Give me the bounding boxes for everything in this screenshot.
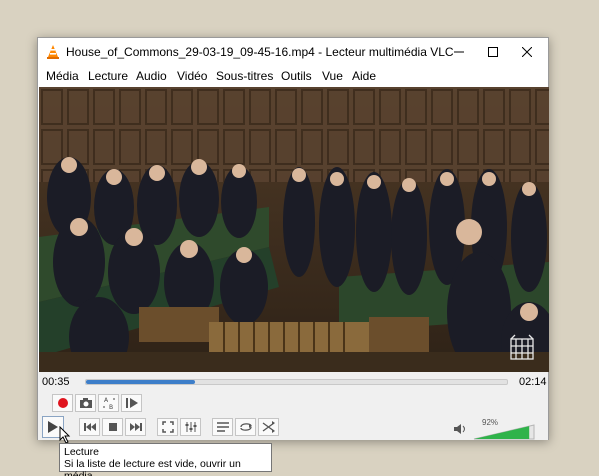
fullscreen-icon — [161, 421, 174, 433]
previous-icon — [83, 423, 96, 431]
seek-progress — [86, 380, 196, 384]
window-title: House_of_Commons_29-03-19_09-45-16.mp4 -… — [66, 45, 454, 59]
volume-slider[interactable] — [473, 424, 535, 440]
stop-icon — [108, 423, 117, 431]
snapshot-button[interactable] — [75, 394, 96, 412]
next-icon — [129, 423, 142, 431]
menu-video[interactable]: Vidéo — [177, 69, 207, 83]
tooltip-text: Si la liste de lecture est vide, ouvrir … — [64, 458, 241, 476]
minimize-button[interactable] — [442, 38, 476, 66]
menu-audio[interactable]: Audio — [136, 69, 167, 83]
shuffle-icon — [262, 421, 275, 433]
loop-icon — [239, 423, 252, 431]
total-time[interactable]: 02:14 — [519, 376, 547, 388]
menu-bar: Média Lecture Audio Vidéo Sous-titres Ou… — [38, 66, 548, 86]
menu-media[interactable]: Média — [46, 69, 79, 83]
menu-help[interactable]: Aide — [352, 69, 376, 83]
video-display[interactable] — [39, 87, 549, 372]
controls-panel: AB 92% — [38, 392, 548, 440]
menu-view[interactable]: Vue — [322, 69, 343, 83]
menu-tools[interactable]: Outils — [281, 69, 312, 83]
loop-button[interactable] — [235, 418, 256, 436]
extended-settings-button[interactable] — [180, 418, 201, 436]
playlist-icon — [216, 422, 229, 432]
close-icon — [522, 47, 532, 57]
vlc-window: House_of_Commons_29-03-19_09-45-16.mp4 -… — [37, 37, 549, 440]
title-bar: House_of_Commons_29-03-19_09-45-16.mp4 -… — [38, 38, 548, 66]
play-icon — [48, 421, 58, 433]
seek-row: 00:35 02:14 — [38, 372, 548, 392]
close-button[interactable] — [510, 38, 544, 66]
vlc-cone-icon — [47, 45, 59, 59]
menu-lecture[interactable]: Lecture — [88, 69, 128, 83]
menu-subtitles[interactable]: Sous-titres — [216, 69, 273, 83]
minimize-icon — [454, 51, 464, 53]
shuffle-button[interactable] — [258, 418, 279, 436]
record-button[interactable] — [52, 394, 73, 412]
seek-slider[interactable] — [85, 379, 508, 385]
fullscreen-button[interactable] — [157, 418, 178, 436]
elapsed-time[interactable]: 00:35 — [42, 376, 70, 388]
playlist-button[interactable] — [212, 418, 233, 436]
play-tooltip: Lecture Si la liste de lecture est vide,… — [59, 443, 272, 476]
loop-ab-button[interactable]: AB — [98, 394, 119, 412]
video-frame — [39, 87, 549, 372]
mouse-cursor-icon — [59, 426, 71, 444]
frame-step-button[interactable] — [121, 394, 142, 412]
svg-text:A: A — [104, 397, 109, 404]
stop-button[interactable] — [102, 418, 123, 436]
frame-step-icon — [125, 398, 138, 408]
record-icon — [57, 398, 68, 408]
svg-text:B: B — [109, 404, 113, 410]
speaker-icon[interactable] — [453, 423, 467, 435]
maximize-button[interactable] — [476, 38, 510, 66]
snapshot-icon — [79, 398, 92, 408]
extended-settings-icon — [185, 422, 196, 432]
maximize-icon — [488, 47, 498, 57]
loop-ab-icon: AB — [103, 397, 114, 410]
next-button[interactable] — [125, 418, 146, 436]
previous-button[interactable] — [79, 418, 100, 436]
tooltip-title: Lecture — [64, 446, 100, 458]
